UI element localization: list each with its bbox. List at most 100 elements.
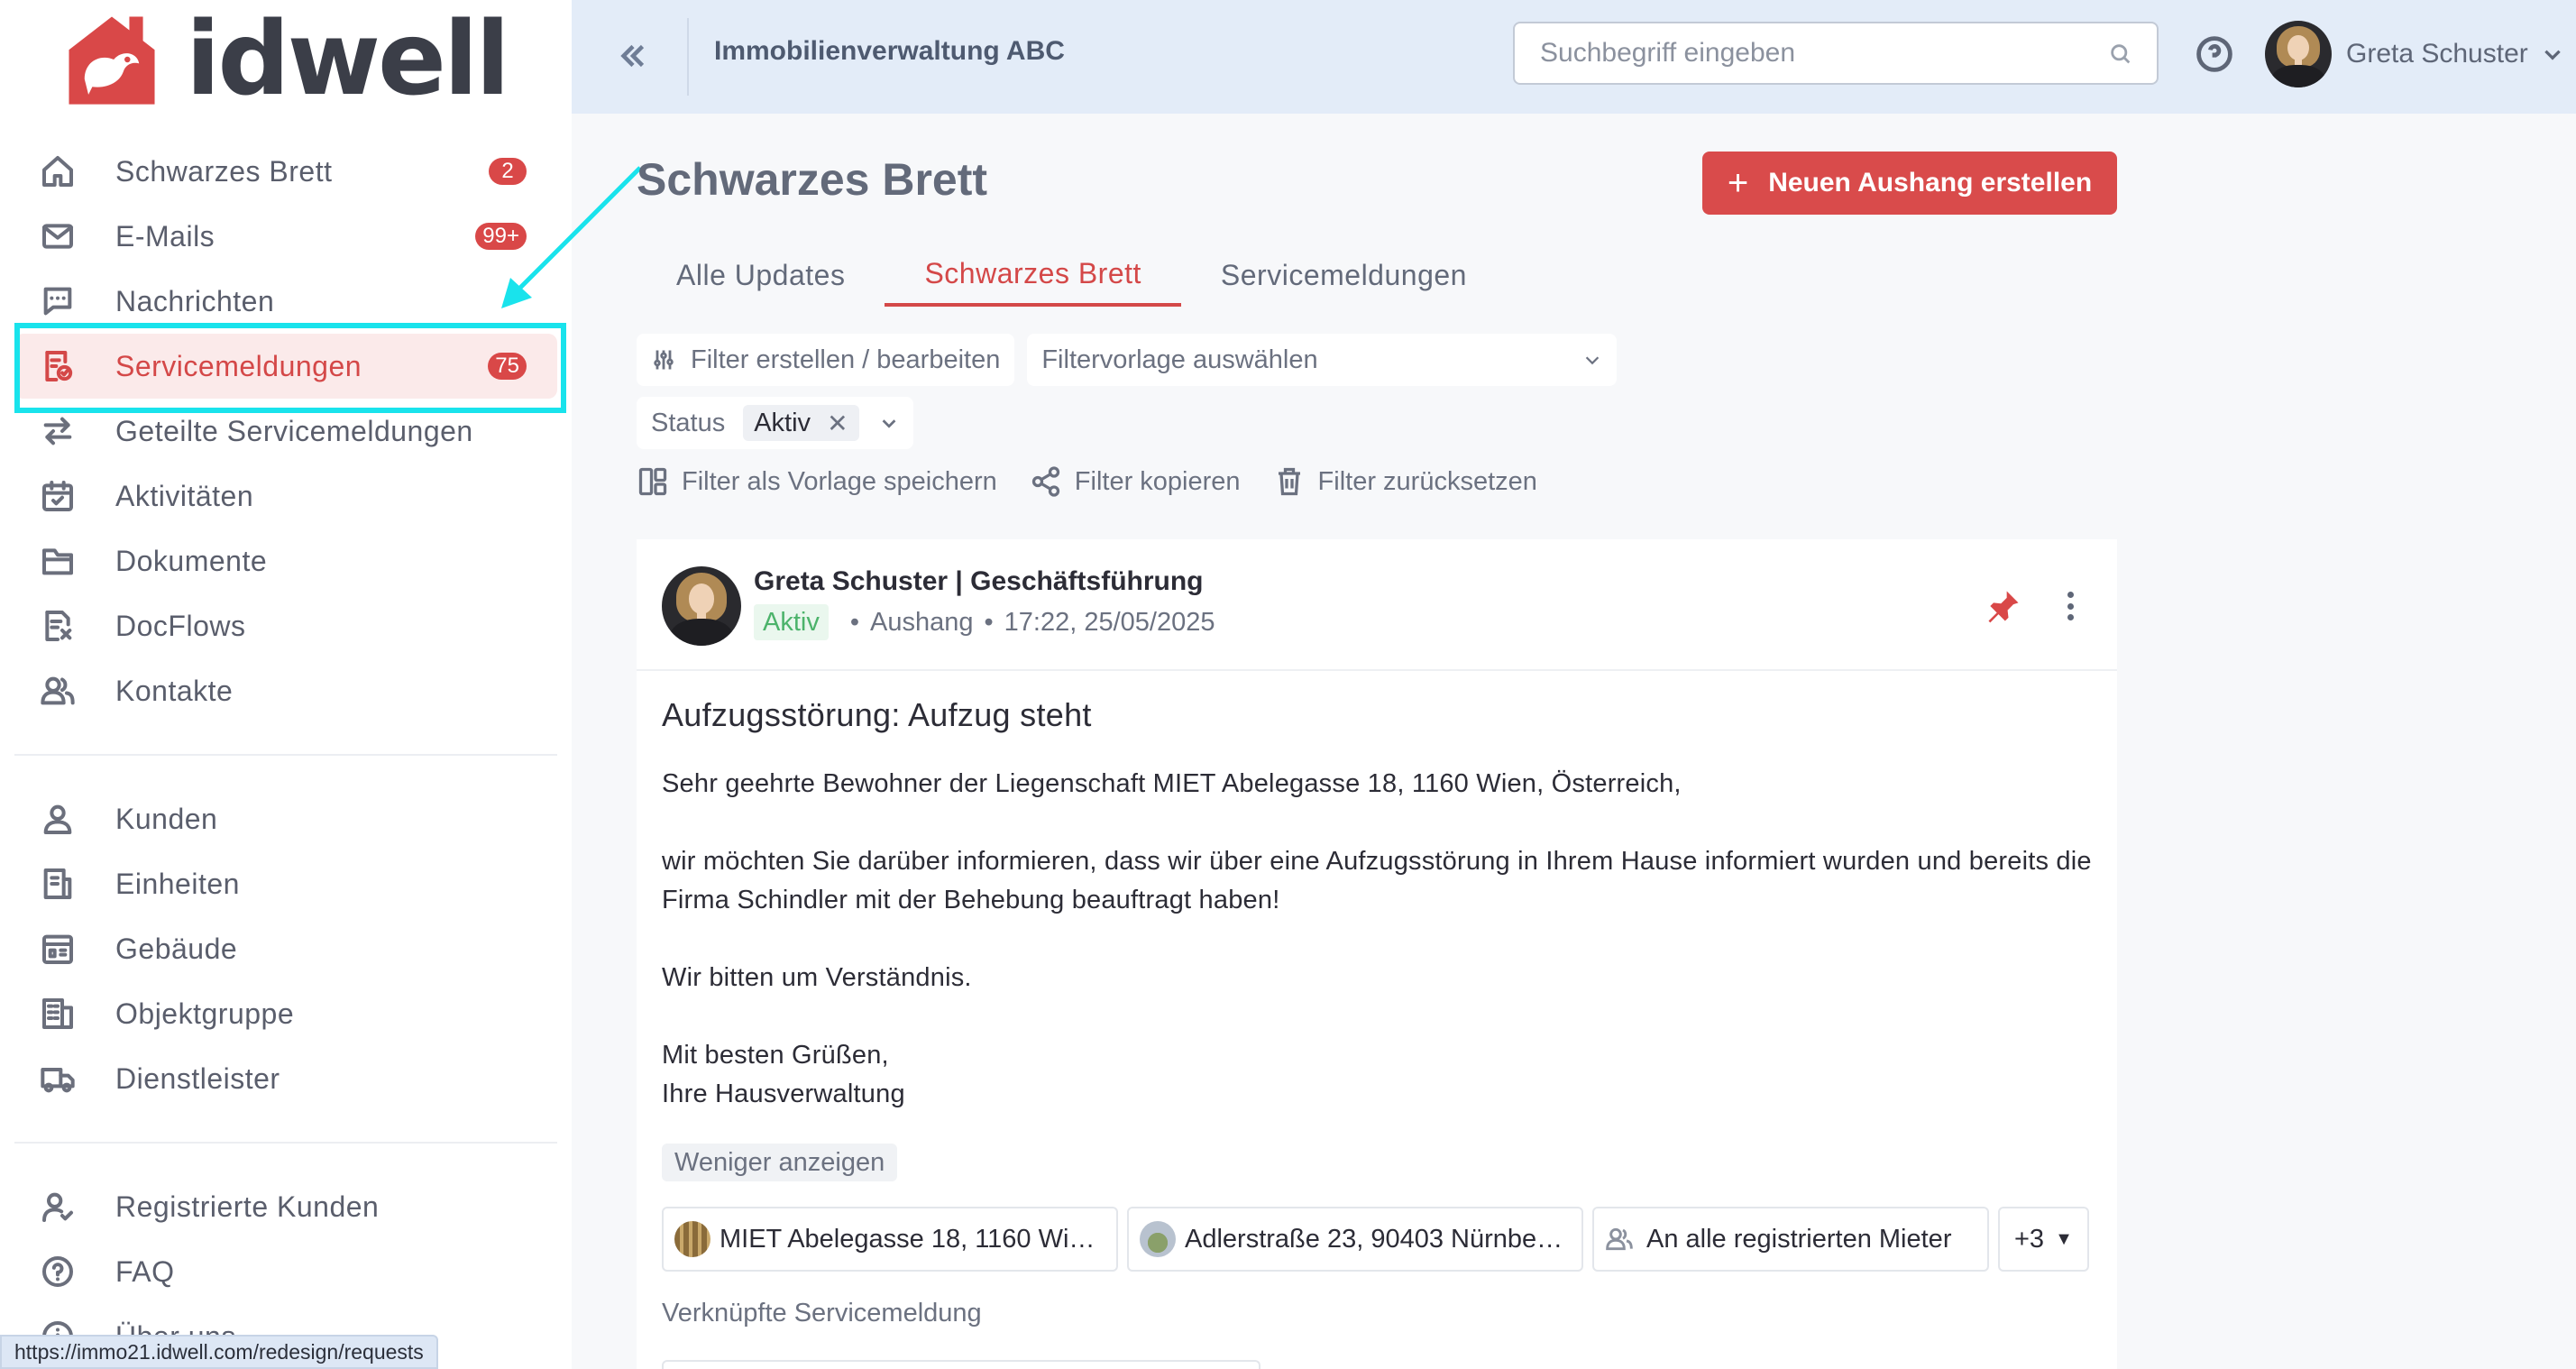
sidebar-item-label: Einheiten — [115, 867, 240, 900]
more-recipients-button[interactable]: +3 ▼ — [1998, 1207, 2089, 1272]
sidebar-item-label: Aktivitäten — [115, 479, 254, 512]
layout-template-icon — [638, 467, 667, 496]
create-notice-button[interactable]: + Neuen Aushang erstellen — [1702, 152, 2117, 215]
sidebar-item-kunden[interactable]: Kunden — [14, 786, 557, 851]
building-thumbnail — [674, 1221, 710, 1257]
nav-divider — [14, 1142, 557, 1144]
topbar: Immobilienverwaltung ABC Greta Schuster — [572, 0, 2576, 114]
sidebar-item-label: DocFlows — [115, 609, 246, 642]
chevron-down-icon — [2544, 50, 2561, 60]
status-filter-label: Status — [651, 408, 726, 437]
sidebar-item-label: Kunden — [115, 802, 218, 835]
brand-name: idwell — [186, 1, 510, 118]
sidebar-item-kontakte[interactable]: Kontakte — [14, 658, 557, 723]
question-icon — [38, 1252, 78, 1291]
help-icon[interactable] — [2195, 34, 2234, 74]
house-bird-logo-icon — [69, 16, 155, 105]
sidebar-item-registrierte-kunden[interactable]: Registrierte Kunden — [14, 1174, 557, 1239]
save-filter-template-label: Filter als Vorlage speichern — [682, 466, 997, 496]
recipient-label: An alle registrierten Mieter — [1646, 1224, 1952, 1254]
sidebar-item-label: FAQ — [115, 1254, 175, 1288]
notice-card: Greta Schuster | Geschäftsführung Aktiv … — [637, 539, 2117, 1369]
notice-title: Aufzugsstörung: Aufzug steht — [662, 696, 1092, 733]
share-arrows-icon — [38, 411, 78, 451]
separator-dot: • — [849, 607, 859, 637]
docflow-icon — [38, 606, 78, 646]
idwell-logo[interactable]: idwell — [63, 1, 510, 118]
status-filter-value: Aktiv — [754, 408, 811, 437]
linked-request-card[interactable] — [662, 1360, 1260, 1369]
sidebar-item-e-mails[interactable]: E-Mails 99+ — [14, 204, 557, 269]
recipient-chip[interactable]: An alle registrierten Mieter — [1592, 1207, 1989, 1272]
notice-author: Greta Schuster | Geschäftsführung — [754, 566, 1204, 596]
reset-filter-label: Filter zurücksetzen — [1317, 466, 1537, 496]
recipient-list: MIET Abelegasse 18, 1160 Wi… Adlerstraße… — [662, 1207, 2089, 1272]
notice-paragraph: wir möchten Sie darüber informieren, das… — [662, 847, 2092, 914]
save-filter-template-button[interactable]: Filter als Vorlage speichern — [637, 465, 997, 498]
search-input[interactable] — [1540, 23, 2081, 83]
avatar — [662, 566, 741, 646]
folder-icon — [38, 541, 78, 581]
sidebar-item-label: Dienstleister — [115, 1061, 280, 1095]
nav-divider — [14, 754, 557, 756]
sidebar-item-einheiten[interactable]: Einheiten — [14, 851, 557, 916]
sidebar-item-aktivitaeten[interactable]: Aktivitäten — [14, 464, 557, 528]
sidebar: idwell Schwarzes Brett 2 E-Mails 99+ Nac… — [0, 0, 572, 1369]
building-icon — [38, 929, 78, 969]
sidebar-item-label: Kontakte — [115, 674, 234, 707]
reset-filter-button[interactable]: Filter zurücksetzen — [1273, 465, 1537, 498]
sidebar-item-docflows[interactable]: DocFlows — [14, 593, 557, 658]
browser-status-url: https://immo21.idwell.com/redesign/reque… — [0, 1335, 438, 1369]
truck-icon — [38, 1059, 78, 1098]
user-check-icon — [38, 1187, 78, 1227]
user-menu[interactable]: Greta Schuster — [2265, 20, 2564, 88]
edit-filter-label: Filter erstellen / bearbeiten — [691, 345, 1001, 374]
collapse-sidebar-button[interactable] — [613, 36, 653, 76]
search-box[interactable] — [1513, 22, 2159, 85]
double-chevron-left-icon — [620, 44, 645, 68]
sidebar-item-label: Nachrichten — [115, 284, 275, 317]
recipient-label: MIET Abelegasse 18, 1160 Wi… — [720, 1224, 1095, 1254]
remove-icon[interactable]: ✕ — [827, 409, 848, 438]
edit-filter-button[interactable]: Filter erstellen / bearbeiten — [637, 334, 1015, 386]
recipient-chip[interactable]: MIET Abelegasse 18, 1160 Wi… — [662, 1207, 1118, 1272]
status-badge: Aktiv — [754, 604, 829, 640]
show-less-button[interactable]: Weniger anzeigen — [662, 1144, 898, 1181]
copy-filter-label: Filter kopieren — [1074, 466, 1241, 496]
notice-type: Aushang — [870, 607, 974, 637]
notice-paragraph: Sehr geehrte Bewohner der Liegenschaft M… — [662, 769, 1682, 798]
caret-down-icon: ▼ — [2055, 1228, 2073, 1249]
chevron-down-icon — [1586, 356, 1600, 365]
sidebar-item-objektgruppe[interactable]: Objektgruppe — [14, 981, 557, 1046]
notice-paragraph: Wir bitten um Verständnis. — [662, 963, 972, 992]
tab-alle-updates[interactable]: Alle Updates — [637, 243, 885, 307]
copy-filter-button[interactable]: Filter kopieren — [1030, 465, 1241, 498]
filter-template-select[interactable]: Filtervorlage auswählen — [1027, 334, 1618, 386]
status-filter[interactable]: Status Aktiv ✕ — [637, 397, 913, 449]
organization-name: Immobilienverwaltung ABC — [714, 36, 1065, 66]
trash-icon — [1278, 467, 1300, 496]
sidebar-item-dokumente[interactable]: Dokumente — [14, 528, 557, 593]
sidebar-item-schwarzes-brett[interactable]: Schwarzes Brett 2 — [14, 139, 557, 204]
recipient-chip[interactable]: Adlerstraße 23, 90403 Nürnbe… — [1127, 1207, 1583, 1272]
sidebar-item-gebaeude[interactable]: Gebäude — [14, 916, 557, 981]
notice-paragraph: Ihre Hausverwaltung — [662, 1080, 905, 1108]
filter-template-placeholder: Filtervorlage auswählen — [1041, 345, 1318, 374]
sidebar-item-label: E-Mails — [115, 219, 215, 253]
tab-schwarzes-brett[interactable]: Schwarzes Brett — [885, 243, 1181, 307]
more-recipients-count: +3 — [2014, 1224, 2045, 1254]
recipient-label: Adlerstraße 23, 90403 Nürnbe… — [1185, 1224, 1563, 1254]
chat-icon — [38, 281, 78, 321]
tab-bar: Alle Updates Schwarzes Brett Servicemeld… — [637, 243, 1507, 307]
search-icon[interactable] — [2108, 41, 2133, 67]
sidebar-item-faq[interactable]: FAQ — [14, 1239, 557, 1304]
sidebar-item-label: Dokumente — [115, 544, 268, 577]
more-options-icon[interactable] — [2056, 586, 2085, 626]
tab-servicemeldungen[interactable]: Servicemeldungen — [1181, 243, 1507, 307]
pin-icon[interactable] — [1984, 586, 2023, 626]
topbar-divider — [687, 18, 689, 96]
create-notice-label: Neuen Aushang erstellen — [1768, 168, 2093, 198]
sidebar-item-dienstleister[interactable]: Dienstleister — [14, 1046, 557, 1111]
mail-icon — [38, 216, 78, 256]
chevron-down-icon[interactable] — [879, 413, 899, 433]
